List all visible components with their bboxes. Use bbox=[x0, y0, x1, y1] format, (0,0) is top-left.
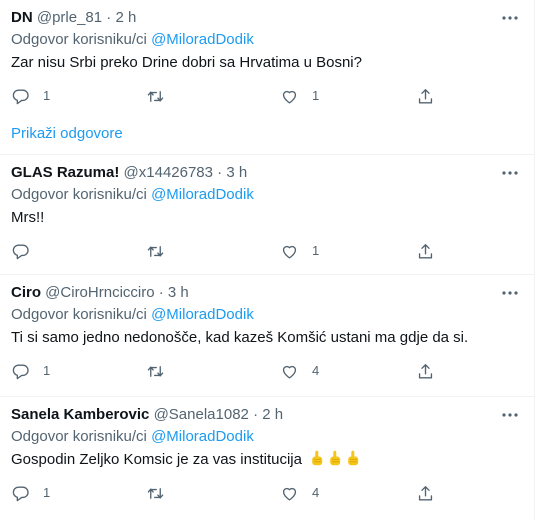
replying-to-label: Odgovor korisniku/ci bbox=[11, 306, 152, 323]
share-button[interactable] bbox=[416, 86, 435, 106]
mention-link[interactable]: @MiloradDodik bbox=[151, 186, 254, 203]
more-options-button[interactable] bbox=[499, 9, 521, 27]
more-dots-icon bbox=[502, 291, 518, 295]
user-name[interactable]: Sanela Kamberovic bbox=[11, 406, 149, 423]
user-name[interactable]: Ciro bbox=[11, 284, 41, 301]
user-handle[interactable]: @prle_81 bbox=[37, 9, 102, 26]
tweet-time[interactable]: 3 h bbox=[168, 284, 189, 301]
heart-icon bbox=[282, 365, 297, 379]
separator-dot: · bbox=[158, 284, 164, 301]
reply-button[interactable]: 1 bbox=[11, 361, 50, 381]
like-button[interactable]: 4 bbox=[280, 483, 319, 503]
pointing-up-emoji bbox=[312, 450, 323, 466]
show-replies-link[interactable]: Prikaži odgovore bbox=[11, 124, 123, 144]
retweet-button[interactable] bbox=[146, 483, 178, 503]
replying-to-label: Odgovor korisniku/ci bbox=[11, 31, 152, 48]
retweet-button[interactable] bbox=[146, 361, 178, 381]
like-button[interactable]: 1 bbox=[280, 241, 319, 261]
tweet-header: Sanela Kamberovic @Sanela1082 · 2 h bbox=[11, 405, 495, 425]
tweet-time[interactable]: 2 h bbox=[262, 406, 283, 423]
share-icon bbox=[418, 363, 433, 379]
user-name[interactable]: DN bbox=[11, 9, 33, 26]
separator-dot: · bbox=[217, 164, 223, 181]
tweet-actions: 1 4 bbox=[0, 361, 535, 381]
tweet-reply[interactable]: Sanela Kamberovic @Sanela1082 · 2 h Odgo… bbox=[0, 397, 535, 520]
tweet-actions: 1 1 bbox=[0, 86, 535, 106]
tweet-text-content: Gospodin Zeljko Komsic je za vas institu… bbox=[11, 451, 302, 468]
mention-link[interactable]: @MiloradDodik bbox=[151, 31, 254, 48]
like-count: 4 bbox=[312, 485, 320, 500]
like-button[interactable]: 1 bbox=[280, 86, 319, 106]
like-count: 1 bbox=[312, 243, 320, 258]
more-options-button[interactable] bbox=[499, 164, 521, 182]
share-icon bbox=[418, 485, 433, 501]
reply-icon bbox=[12, 485, 29, 501]
reply-feed: DN @prle_81 · 2 h Odgovor korisniku/ci @… bbox=[0, 0, 535, 520]
share-button[interactable] bbox=[416, 241, 435, 261]
tweet-time[interactable]: 3 h bbox=[226, 164, 247, 181]
retweet-button[interactable] bbox=[146, 241, 178, 261]
share-icon bbox=[418, 88, 433, 104]
retweet-icon bbox=[147, 90, 164, 102]
like-count: 4 bbox=[312, 363, 320, 378]
share-button[interactable] bbox=[416, 483, 435, 503]
reply-count: 1 bbox=[43, 363, 51, 378]
mention-link[interactable]: @MiloradDodik bbox=[151, 306, 254, 323]
tweet-reply[interactable]: GLAS Razuma! @x14426783 · 3 h Odgovor ko… bbox=[0, 155, 535, 275]
retweet-button[interactable] bbox=[146, 86, 178, 106]
more-dots-icon bbox=[502, 16, 518, 20]
tweet-actions: 1 bbox=[0, 241, 535, 261]
reply-button[interactable]: 1 bbox=[11, 483, 50, 503]
mention-link[interactable]: @MiloradDodik bbox=[151, 428, 254, 445]
tweet-text: Gospodin Zeljko Komsic je za vas institu… bbox=[11, 450, 519, 470]
retweet-icon bbox=[147, 245, 164, 257]
reply-count: 1 bbox=[43, 88, 51, 103]
more-options-button[interactable] bbox=[499, 406, 521, 424]
tweet-actions: 1 4 bbox=[0, 483, 535, 503]
replying-to: Odgovor korisniku/ci @MiloradDodik bbox=[11, 185, 254, 205]
reply-button[interactable]: 1 bbox=[11, 86, 50, 106]
user-handle[interactable]: @x14426783 bbox=[124, 164, 213, 181]
heart-icon bbox=[282, 90, 297, 104]
tweet-time[interactable]: 2 h bbox=[115, 9, 136, 26]
pointing-up-emoji bbox=[330, 450, 341, 466]
replying-to: Odgovor korisniku/ci @MiloradDodik bbox=[11, 427, 254, 447]
separator-dot: · bbox=[106, 9, 112, 26]
reply-icon bbox=[12, 88, 29, 104]
user-name[interactable]: GLAS Razuma! bbox=[11, 164, 119, 181]
tweet-text: Mrs!! bbox=[11, 209, 45, 226]
share-icon bbox=[418, 243, 433, 259]
user-handle[interactable]: @Sanela1082 bbox=[154, 406, 249, 423]
pointing-up-emoji bbox=[348, 450, 359, 466]
heart-icon bbox=[282, 487, 297, 501]
user-handle[interactable]: @CiroHrncicciro bbox=[45, 284, 154, 301]
tweet-header: GLAS Razuma! @x14426783 · 3 h bbox=[11, 163, 495, 183]
tweet-reply[interactable]: DN @prle_81 · 2 h Odgovor korisniku/ci @… bbox=[0, 0, 535, 155]
reply-count: 1 bbox=[43, 485, 51, 500]
separator-dot: · bbox=[253, 406, 259, 423]
like-count: 1 bbox=[312, 88, 320, 103]
replying-to: Odgovor korisniku/ci @MiloradDodik bbox=[11, 305, 254, 325]
tweet-text: Ti si samo jedno nedonošče, kad kazeš Ko… bbox=[11, 329, 469, 346]
more-dots-icon bbox=[502, 171, 518, 175]
reply-icon bbox=[12, 363, 29, 379]
retweet-icon bbox=[147, 487, 164, 499]
reply-button[interactable] bbox=[11, 241, 43, 261]
replying-to-label: Odgovor korisniku/ci bbox=[11, 428, 152, 445]
like-button[interactable]: 4 bbox=[280, 361, 319, 381]
replying-to: Odgovor korisniku/ci @MiloradDodik bbox=[11, 30, 254, 50]
retweet-icon bbox=[147, 365, 164, 377]
share-button[interactable] bbox=[416, 361, 435, 381]
more-options-button[interactable] bbox=[499, 284, 521, 302]
tweet-header: DN @prle_81 · 2 h bbox=[11, 8, 495, 28]
heart-icon bbox=[282, 245, 297, 259]
more-dots-icon bbox=[502, 413, 518, 417]
tweet-reply[interactable]: Ciro @CiroHrncicciro · 3 h Odgovor koris… bbox=[0, 275, 535, 397]
tweet-header: Ciro @CiroHrncicciro · 3 h bbox=[11, 283, 495, 303]
reply-icon bbox=[12, 243, 29, 259]
replying-to-label: Odgovor korisniku/ci bbox=[11, 186, 152, 203]
tweet-text: Zar nisu Srbi preko Drine dobri sa Hrvat… bbox=[11, 54, 362, 71]
